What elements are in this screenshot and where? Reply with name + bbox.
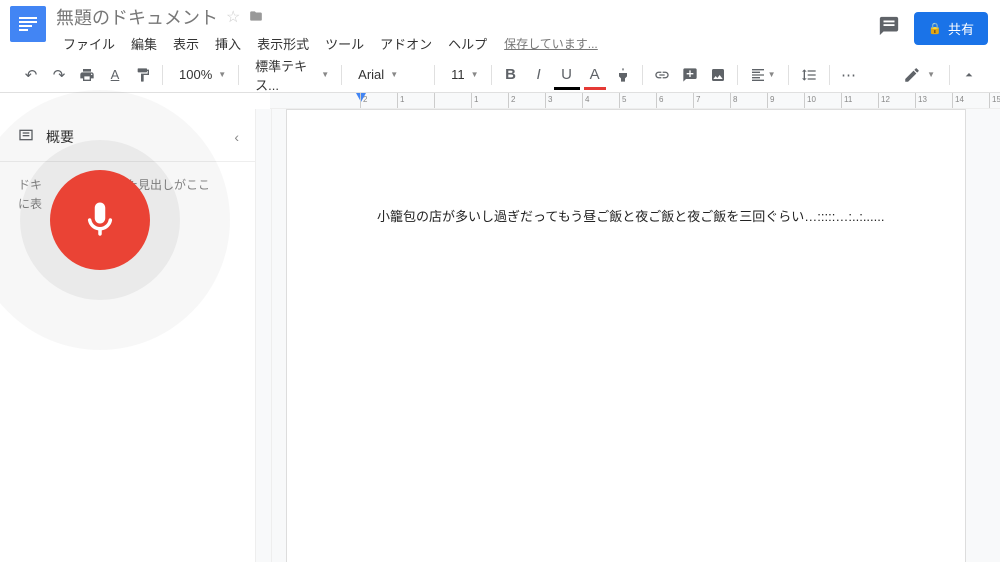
toolbar: ↶ ↷ A 100%▼ 標準テキス...▼ Arial▼ 11▼ B I U A… <box>0 57 1000 93</box>
add-comment-button[interactable] <box>677 62 703 88</box>
microphone-icon <box>79 199 121 241</box>
collapse-sidebar-button[interactable]: ‹ <box>234 129 239 145</box>
outline-icon <box>18 127 34 147</box>
bold-button[interactable]: B <box>498 62 524 88</box>
italic-button[interactable]: I <box>526 62 552 88</box>
redo-button[interactable]: ↷ <box>46 62 72 88</box>
link-button[interactable] <box>649 62 675 88</box>
align-button[interactable]: ▼ <box>744 62 782 88</box>
horizontal-ruler[interactable]: 211234567891011121314151617 <box>270 93 1000 109</box>
document-page[interactable]: 小籠包の店が多いし過ぎだってもう昼ご飯と夜ご飯と夜ご飯を三回ぐらい…:::::…… <box>286 109 966 562</box>
outline-title: 概要 <box>46 127 74 147</box>
line-spacing-button[interactable] <box>795 62 823 88</box>
spellcheck-button[interactable]: A <box>102 62 128 88</box>
menu-insert[interactable]: 挿入 <box>208 30 248 57</box>
font-size-select[interactable]: 11▼ <box>441 62 484 88</box>
menu-tools[interactable]: ツール <box>318 30 371 57</box>
docs-logo-icon[interactable] <box>10 6 46 42</box>
menu-help[interactable]: ヘルプ <box>441 30 494 57</box>
star-icon[interactable]: ☆ <box>226 7 240 27</box>
document-body-text[interactable]: 小籠包の店が多いし過ぎだってもう昼ご飯と夜ご飯と夜ご飯を三回ぐらい…:::::…… <box>377 206 875 225</box>
vertical-ruler[interactable] <box>256 109 272 562</box>
document-area: 小籠包の店が多いし過ぎだってもう昼ご飯と夜ご飯と夜ご飯を三回ぐらい…:::::…… <box>272 109 1000 562</box>
more-button[interactable]: ⋯ <box>836 62 862 88</box>
comments-icon[interactable] <box>878 15 900 43</box>
expand-up-button[interactable] <box>956 62 982 88</box>
menu-view[interactable]: 表示 <box>166 30 206 57</box>
outline-sidebar: 概要 ‹ ドキ 加した見出しがここ に表 <box>0 109 256 562</box>
share-label: 共有 <box>948 19 974 38</box>
share-button[interactable]: 🔒 共有 <box>914 12 988 45</box>
print-button[interactable] <box>74 62 100 88</box>
editing-mode-button[interactable]: ▼ <box>895 66 943 84</box>
lock-icon: 🔒 <box>928 22 942 35</box>
menu-edit[interactable]: 編集 <box>124 30 164 57</box>
title-area: 無題のドキュメント ☆ ファイル 編集 表示 挿入 表示形式 ツール アドオン … <box>56 6 878 57</box>
menu-addons[interactable]: アドオン <box>373 30 439 57</box>
insert-image-button[interactable] <box>705 62 731 88</box>
underline-button[interactable]: U <box>554 62 580 88</box>
menu-format[interactable]: 表示形式 <box>250 30 316 57</box>
app-header: 無題のドキュメント ☆ ファイル 編集 表示 挿入 表示形式 ツール アドオン … <box>0 0 1000 57</box>
saving-status: 保存しています... <box>504 35 598 52</box>
document-title[interactable]: 無題のドキュメント <box>56 4 218 30</box>
voice-typing-button[interactable] <box>50 170 150 270</box>
menu-file[interactable]: ファイル <box>56 30 122 57</box>
font-select[interactable]: Arial▼ <box>348 62 428 88</box>
highlight-button[interactable] <box>610 62 636 88</box>
menu-bar: ファイル 編集 表示 挿入 表示形式 ツール アドオン ヘルプ 保存しています.… <box>56 30 878 57</box>
zoom-select[interactable]: 100%▼ <box>169 62 232 88</box>
move-folder-icon[interactable] <box>248 9 264 26</box>
paint-format-button[interactable] <box>130 62 156 88</box>
style-select[interactable]: 標準テキス...▼ <box>245 62 335 88</box>
text-color-button[interactable]: A <box>582 62 608 88</box>
undo-button[interactable]: ↶ <box>18 62 44 88</box>
